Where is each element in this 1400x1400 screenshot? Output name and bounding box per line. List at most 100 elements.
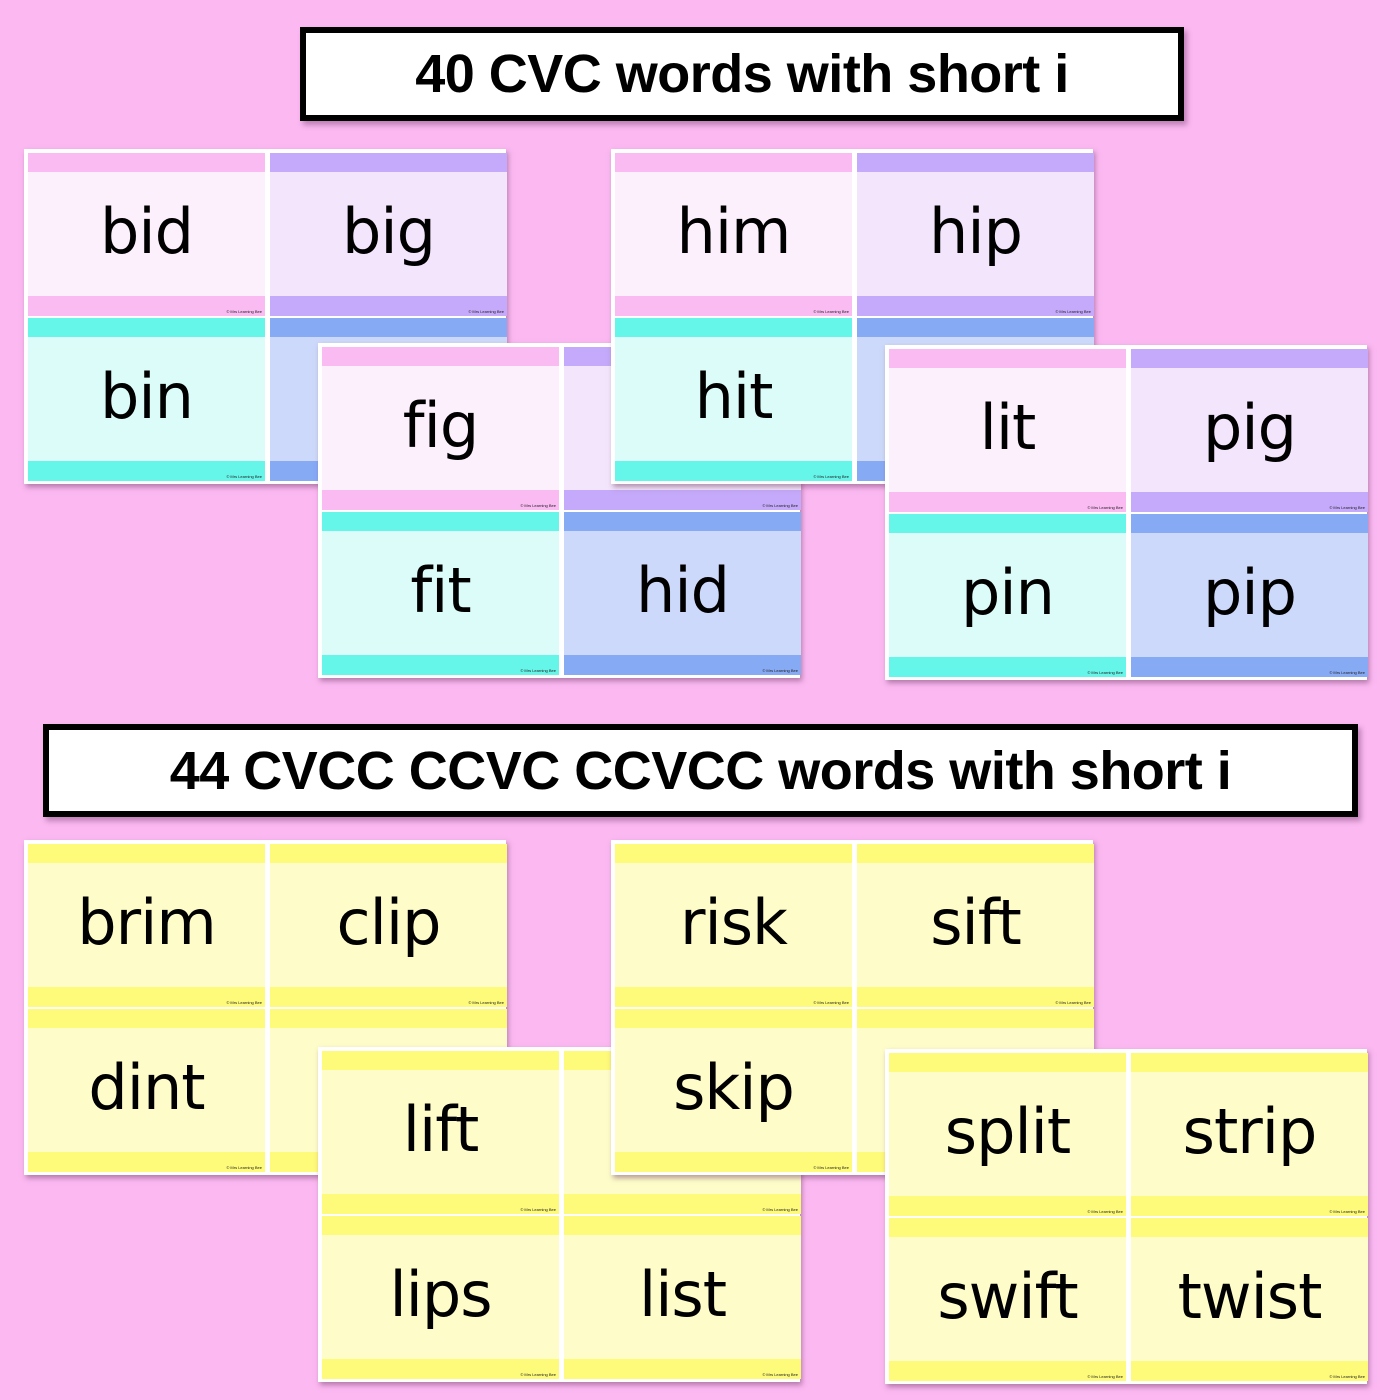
flashcard: him © Mrs Learning Bee <box>615 153 852 316</box>
card-band <box>615 153 852 172</box>
card-band <box>322 1051 559 1070</box>
flashcard-word: lift <box>402 1092 480 1166</box>
card-band <box>889 349 1126 368</box>
card-band <box>1131 349 1368 368</box>
flashcard: hit © Mrs Learning Bee <box>615 318 852 481</box>
copyright-credit: © Mrs Learning Bee <box>1087 1374 1123 1379</box>
flashcard: hip © Mrs Learning Bee <box>857 153 1094 316</box>
copyright-credit: © Mrs Learning Bee <box>1329 670 1365 675</box>
flashcard-sheet: split © Mrs Learning Bee strip © Mrs Learn… <box>885 1049 1368 1384</box>
card-band <box>1131 1218 1368 1237</box>
copyright-credit: © Mrs Learning Bee <box>813 1165 849 1170</box>
card-band <box>889 1053 1126 1072</box>
blends-section-title-text: 44 CVCC CCVC CCVCC words with short i <box>169 740 1232 801</box>
flashcard-word: hit <box>694 359 774 433</box>
flashcard: lit © Mrs Learning Bee <box>889 349 1126 512</box>
flashcard: bin © Mrs Learning Bee <box>28 318 265 481</box>
copyright-credit: © Mrs Learning Bee <box>468 309 504 314</box>
flashcard-word: hid <box>636 553 730 627</box>
card-band <box>270 844 507 863</box>
card-band <box>857 844 1094 863</box>
card-band <box>322 347 559 366</box>
card-band <box>28 153 265 172</box>
card-band <box>270 153 507 172</box>
card-band <box>1131 514 1368 533</box>
card-band <box>857 1009 1094 1028</box>
flashcard: swift © Mrs Learning Bee <box>889 1218 1126 1381</box>
flashcard-word: hip <box>929 194 1023 268</box>
flashcard-word: big <box>342 194 436 268</box>
flashcard-word: skip <box>673 1050 795 1124</box>
copyright-credit: © Mrs Learning Bee <box>1087 1209 1123 1214</box>
copyright-credit: © Mrs Learning Bee <box>1087 505 1123 510</box>
flashcard-word: pip <box>1203 555 1297 629</box>
flashcard-word: bid <box>100 194 194 268</box>
flashcard: bid © Mrs Learning Bee <box>28 153 265 316</box>
copyright-credit: © Mrs Learning Bee <box>226 474 262 479</box>
copyright-credit: © Mrs Learning Bee <box>1329 1209 1365 1214</box>
copyright-credit: © Mrs Learning Bee <box>226 1000 262 1005</box>
flashcard: pin © Mrs Learning Bee <box>889 514 1126 677</box>
card-band <box>1131 1053 1368 1072</box>
flashcard-word: pin <box>961 555 1055 629</box>
flashcard: fit © Mrs Learning Bee <box>322 512 559 675</box>
copyright-credit: © Mrs Learning Bee <box>226 309 262 314</box>
flashcard: split © Mrs Learning Bee <box>889 1053 1126 1216</box>
flashcard-sheet: lit © Mrs Learning Bee pig © Mrs Learning … <box>885 345 1368 680</box>
card-band <box>564 1216 801 1235</box>
flashcard: fig © Mrs Learning Bee <box>322 347 559 510</box>
copyright-credit: © Mrs Learning Bee <box>762 668 798 673</box>
flashcard: sift © Mrs Learning Bee <box>857 844 1094 1007</box>
cvc-section-title-text: 40 CVC words with short i <box>415 44 1069 104</box>
copyright-credit: © Mrs Learning Bee <box>468 1000 504 1005</box>
copyright-credit: © Mrs Learning Bee <box>226 1165 262 1170</box>
copyright-credit: © Mrs Learning Bee <box>813 309 849 314</box>
flashcard: big © Mrs Learning Bee <box>270 153 507 316</box>
card-band <box>564 512 801 531</box>
flashcard-word: list <box>638 1257 727 1331</box>
flashcard: lips © Mrs Learning Bee <box>322 1216 559 1379</box>
card-band <box>322 1216 559 1235</box>
flashcard-word: clip <box>336 885 442 959</box>
copyright-credit: © Mrs Learning Bee <box>1087 670 1123 675</box>
card-band <box>889 514 1126 533</box>
copyright-credit: © Mrs Learning Bee <box>1055 1000 1091 1005</box>
copyright-credit: © Mrs Learning Bee <box>1329 1374 1365 1379</box>
copyright-credit: © Mrs Learning Bee <box>1329 505 1365 510</box>
copyright-credit: © Mrs Learning Bee <box>520 1207 556 1212</box>
card-band <box>857 153 1094 172</box>
card-band <box>889 1218 1126 1237</box>
flashcard-word: swift <box>937 1259 1078 1333</box>
flashcard-word: risk <box>680 885 788 959</box>
card-band <box>28 318 265 337</box>
copyright-credit: © Mrs Learning Bee <box>762 1207 798 1212</box>
card-band <box>270 318 507 337</box>
cvc-section-title: 40 CVC words with short i <box>300 27 1184 121</box>
card-band <box>270 1009 507 1028</box>
flashcard: pip © Mrs Learning Bee <box>1131 514 1368 677</box>
copyright-credit: © Mrs Learning Bee <box>762 503 798 508</box>
copyright-credit: © Mrs Learning Bee <box>520 1372 556 1377</box>
copyright-credit: © Mrs Learning Bee <box>813 474 849 479</box>
flashcard: skip © Mrs Learning Bee <box>615 1009 852 1172</box>
flashcard-word: split <box>944 1094 1071 1168</box>
flashcard-word: dint <box>88 1050 205 1124</box>
card-band <box>857 318 1094 337</box>
copyright-credit: © Mrs Learning Bee <box>762 1372 798 1377</box>
flashcard: brim © Mrs Learning Bee <box>28 844 265 1007</box>
card-band <box>615 1009 852 1028</box>
flashcard-word: sift <box>930 885 1022 959</box>
flashcard-word: fig <box>402 388 479 462</box>
flashcard: clip © Mrs Learning Bee <box>270 844 507 1007</box>
flashcard: dint © Mrs Learning Bee <box>28 1009 265 1172</box>
card-band <box>322 512 559 531</box>
flashcard: risk © Mrs Learning Bee <box>615 844 852 1007</box>
flashcard-word: fit <box>410 553 471 627</box>
flashcard-word: bin <box>100 359 194 433</box>
blends-section-title: 44 CVCC CCVC CCVCC words with short i <box>43 724 1358 817</box>
card-band <box>28 844 265 863</box>
flashcard: list © Mrs Learning Bee <box>564 1216 801 1379</box>
card-band <box>615 318 852 337</box>
flashcard: strip © Mrs Learning Bee <box>1131 1053 1368 1216</box>
copyright-credit: © Mrs Learning Bee <box>813 1000 849 1005</box>
